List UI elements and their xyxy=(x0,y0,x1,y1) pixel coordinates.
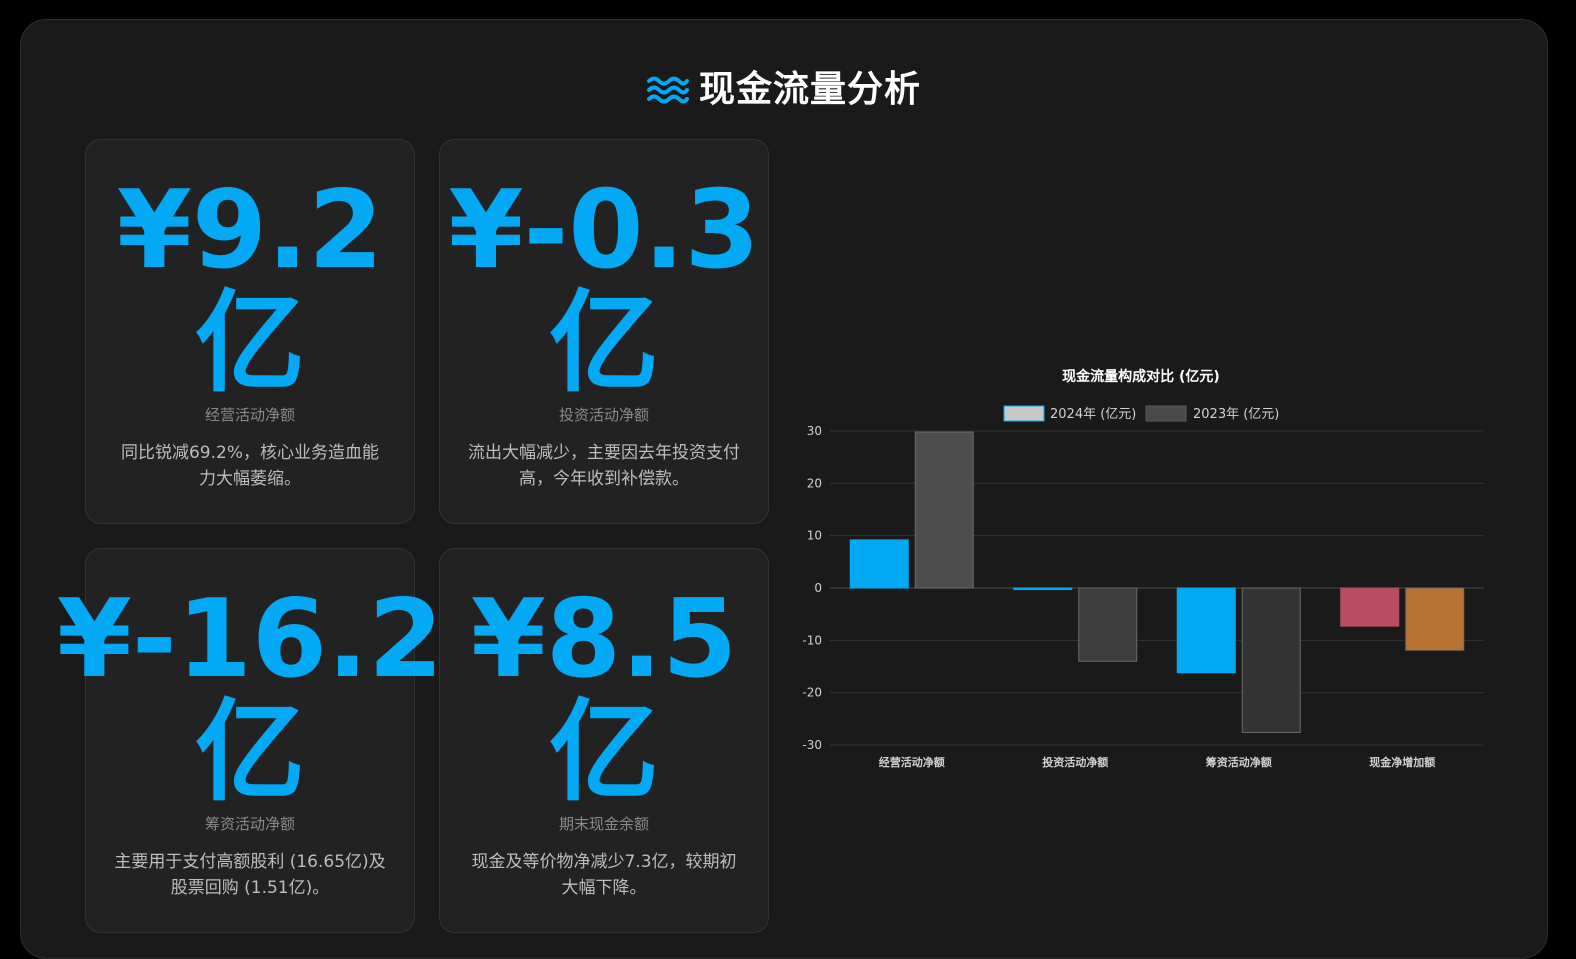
bar-2023 xyxy=(1241,587,1301,733)
bar-2023 xyxy=(1078,587,1138,662)
x-tick-label: 现金净增加额 xyxy=(1369,755,1435,769)
bar-2024 xyxy=(1176,587,1236,674)
bar-2024 xyxy=(1340,587,1400,627)
metric-card-operating: ¥9.2 亿 经营活动净额 同比锐减69.2%，核心业务造血能力大幅萎缩。 xyxy=(85,139,415,524)
y-tick-label: 0 xyxy=(814,581,822,595)
legend-swatch-2024 xyxy=(1003,405,1045,422)
legend-label-2024: 2024年 (亿元) xyxy=(1050,407,1136,422)
metric-card-ending-cash: ¥8.5 亿 期末现金余额 现金及等价物净减少7.3亿，较期初大幅下降。 xyxy=(439,548,769,933)
metric-unit: 亿 xyxy=(549,279,659,407)
plot-area: 30 20 10 0 -10 -20 -30 经营活动净额 投资活动净额 筹资活动净额 现金净增加额 xyxy=(802,424,1484,769)
cash-flow-bar-chart: 现金流量构成对比 (亿元) 2024年 (亿元) 2023年 (亿元) 30 20… xyxy=(802,368,1484,769)
metric-card-financing: ¥-16.2 亿 筹资活动净额 主要用于支付高额股利 (16.65亿)及股票回购… xyxy=(57,548,443,933)
x-tick-label: 经营活动净额 xyxy=(879,755,945,769)
y-tick-label: -20 xyxy=(802,686,822,700)
metric-label: 期末现金余额 xyxy=(558,815,649,833)
metric-label: 经营活动净额 xyxy=(204,406,295,424)
bar-2024 xyxy=(849,539,909,589)
x-tick-label: 筹资活动净额 xyxy=(1206,755,1272,769)
bar-2023 xyxy=(1405,587,1465,651)
metric-description: 现金及等价物净减少7.3亿，较期初大幅下降。 xyxy=(471,852,737,898)
bar-2023 xyxy=(914,431,974,589)
metric-unit: 亿 xyxy=(195,688,305,816)
metric-value: ¥8.5 xyxy=(470,577,738,702)
bar-2024 xyxy=(1013,587,1073,591)
metric-description: 流出大幅减少，主要因去年投资支付高，今年收到补偿款。 xyxy=(468,443,740,489)
y-tick-label: -30 xyxy=(802,738,822,752)
legend-swatch-2023 xyxy=(1145,405,1187,422)
metric-description: 同比锐减69.2%，核心业务造血能力大幅萎缩。 xyxy=(120,443,379,489)
metric-description: 主要用于支付高额股利 (16.65亿)及股票回购 (1.51亿)。 xyxy=(114,852,386,898)
y-tick-label: 10 xyxy=(807,529,822,543)
metric-card-investing: ¥-0.3 亿 投资活动净额 流出大幅减少，主要因去年投资支付高，今年收到补偿款… xyxy=(439,139,769,524)
y-tick-label: 20 xyxy=(807,476,822,490)
chart-title: 现金流量构成对比 (亿元) xyxy=(1062,368,1220,385)
page-header: 现金流量分析 xyxy=(0,70,1568,110)
page-title: 现金流量分析 xyxy=(698,69,921,110)
metric-unit: 亿 xyxy=(549,688,659,816)
y-tick-label: -10 xyxy=(802,633,822,647)
metric-label: 筹资活动净额 xyxy=(204,815,295,833)
legend-label-2023: 2023年 (亿元) xyxy=(1193,407,1279,422)
chart-legend: 2024年 (亿元) 2023年 (亿元) xyxy=(1003,405,1279,422)
y-tick-label: 30 xyxy=(807,424,822,438)
metric-label: 投资活动净额 xyxy=(558,406,649,424)
metric-unit: 亿 xyxy=(195,279,305,407)
water-waves-icon xyxy=(646,76,689,104)
x-tick-label: 投资活动净额 xyxy=(1042,755,1108,769)
metric-value: ¥-0.3 xyxy=(448,168,760,293)
